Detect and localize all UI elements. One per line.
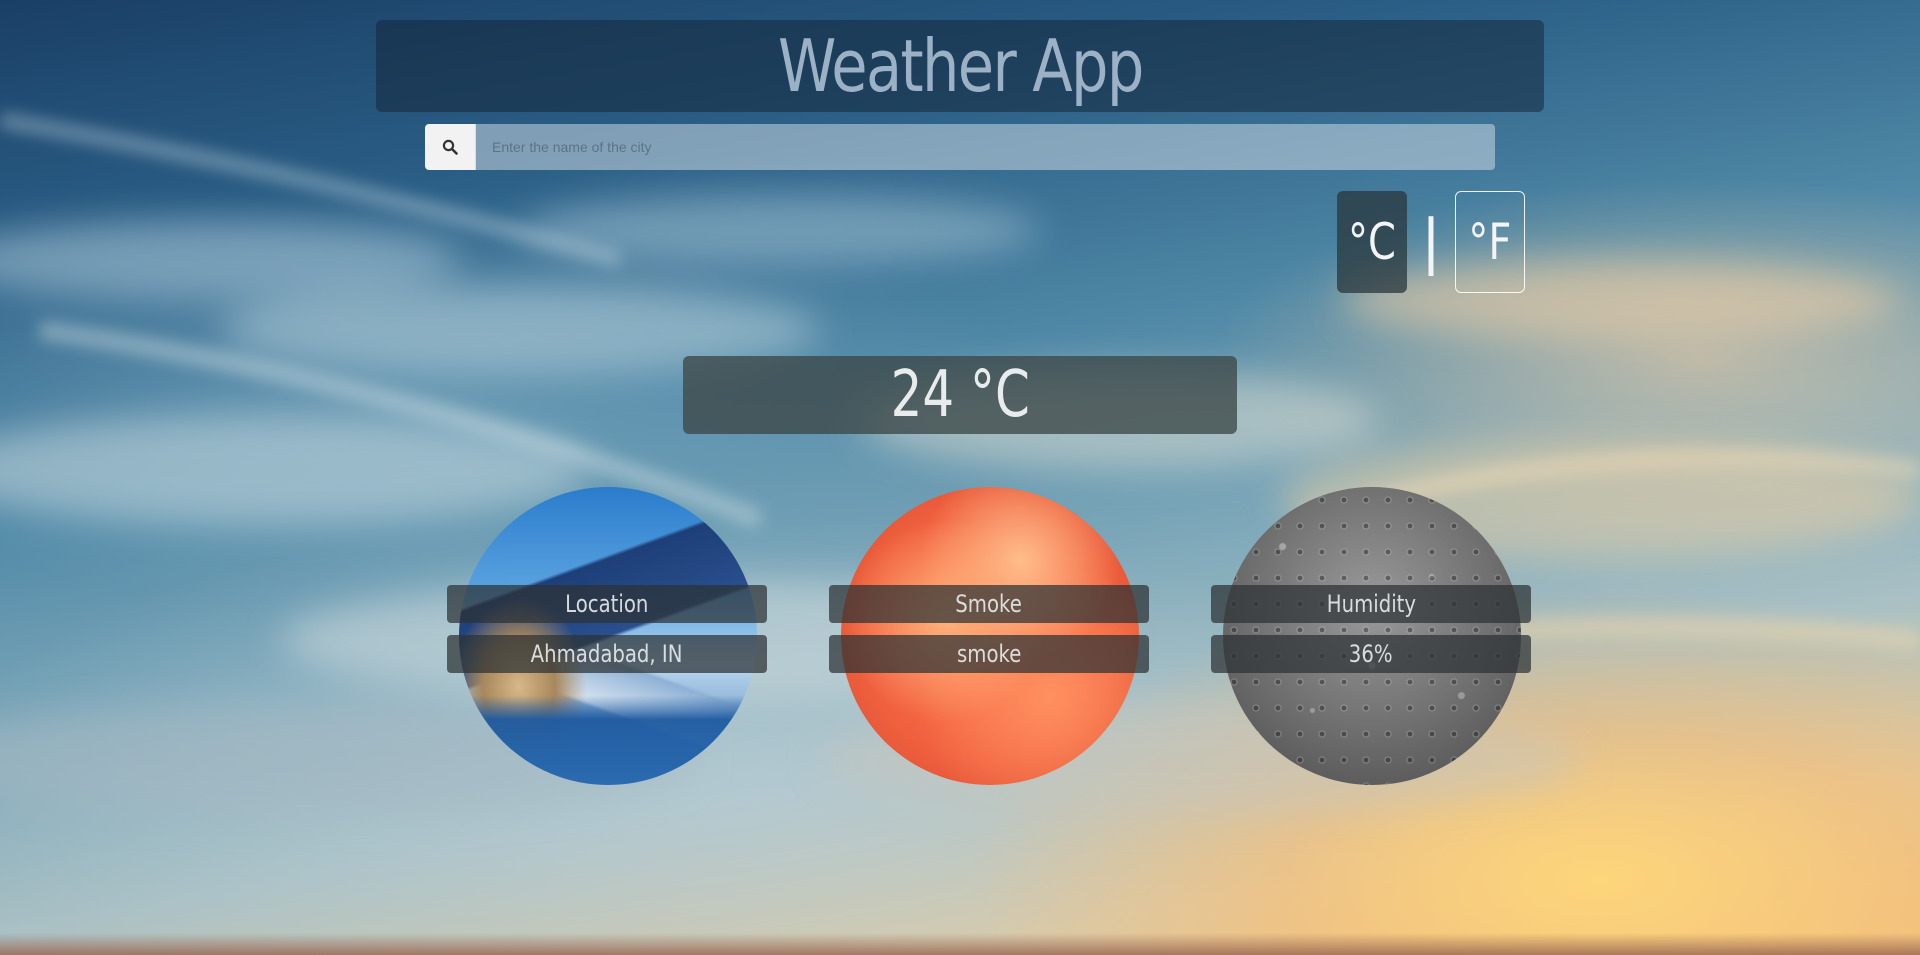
condition-card: Smoke smoke bbox=[829, 487, 1149, 787]
temperature-display: 24 °C bbox=[683, 356, 1237, 434]
horizon-ground bbox=[0, 933, 1920, 955]
celsius-button[interactable]: °C bbox=[1337, 191, 1407, 293]
search-icon bbox=[442, 139, 458, 155]
humidity-card: Humidity 36% bbox=[1211, 487, 1531, 787]
condition-title: Smoke bbox=[829, 585, 1149, 623]
celsius-label: °C bbox=[1348, 213, 1396, 271]
location-title: Location bbox=[447, 585, 767, 623]
unit-toggle: °C | °F bbox=[1337, 190, 1525, 294]
condition-value: smoke bbox=[829, 635, 1149, 673]
fahrenheit-button[interactable]: °F bbox=[1455, 191, 1525, 293]
temperature-value: 24 °C bbox=[890, 358, 1030, 432]
app-header: Weather App bbox=[376, 20, 1544, 112]
city-search-input[interactable] bbox=[476, 124, 1495, 170]
humidity-value: 36% bbox=[1211, 635, 1531, 673]
fahrenheit-label: °F bbox=[1468, 213, 1512, 271]
humidity-title: Humidity bbox=[1211, 585, 1531, 623]
location-card: Location Ahmadabad, IN bbox=[447, 487, 767, 787]
location-value: Ahmadabad, IN bbox=[447, 635, 767, 673]
search-button[interactable] bbox=[425, 124, 476, 170]
unit-separator: | bbox=[1420, 207, 1442, 277]
weather-app-page: Weather App °C | °F 24 °C Location Ahmad… bbox=[0, 0, 1920, 955]
city-search-bar bbox=[425, 124, 1495, 170]
page-title: Weather App bbox=[777, 24, 1144, 108]
